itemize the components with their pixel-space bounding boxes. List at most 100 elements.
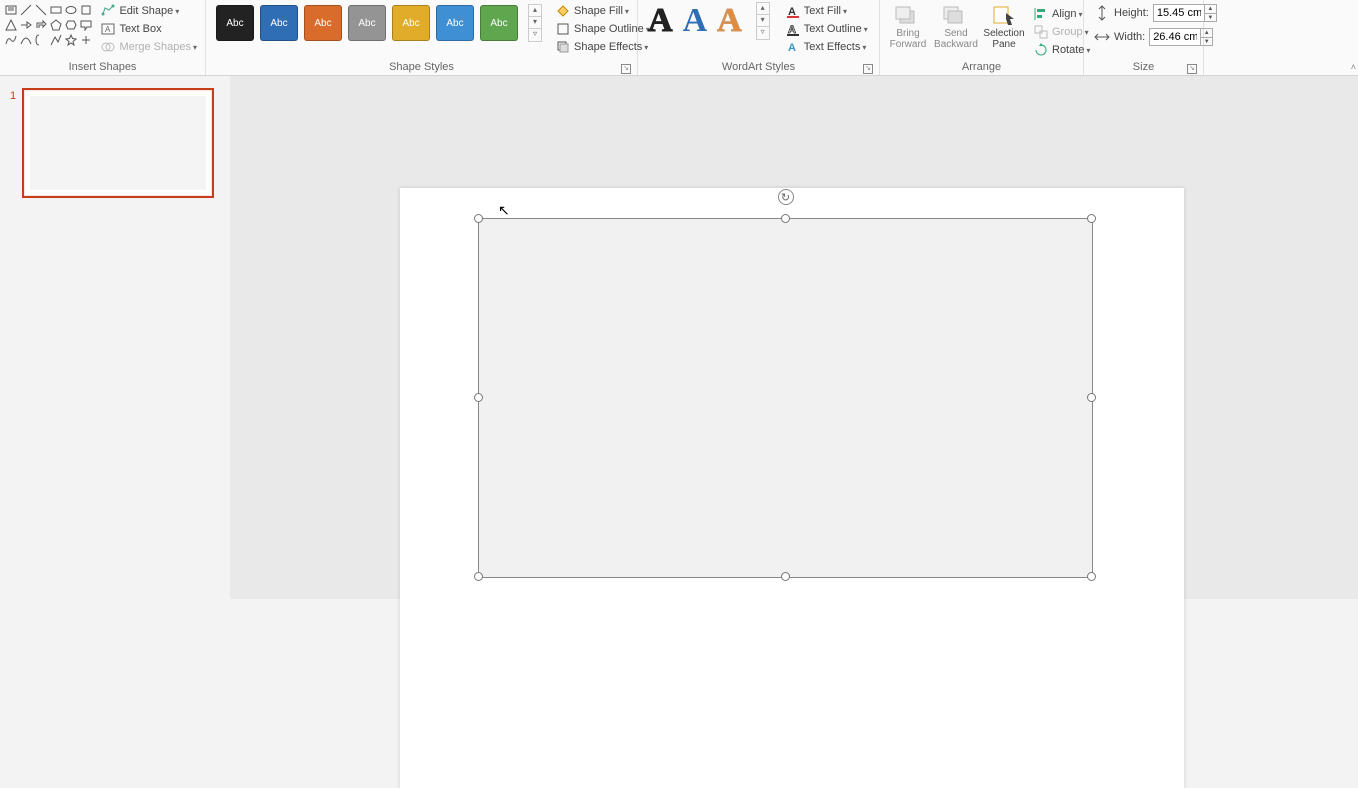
shape-outline-icon xyxy=(556,22,570,36)
shapes-gallery[interactable] xyxy=(4,0,93,46)
text-fill-icon: A xyxy=(786,4,800,18)
gallery-spinner[interactable]: ▴▾▿ xyxy=(528,4,542,42)
shape-arrow-turn-icon[interactable] xyxy=(34,18,47,31)
shape-star-icon[interactable] xyxy=(64,33,77,46)
text-effects-button[interactable]: A Text Effects▾ xyxy=(782,38,872,56)
style-swatch-4[interactable]: Abc xyxy=(348,5,386,41)
send-backward-button: Send Backward xyxy=(932,3,980,50)
resize-handle-s[interactable] xyxy=(781,572,790,581)
shape-brace-icon[interactable] xyxy=(34,33,47,46)
resize-handle-nw[interactable] xyxy=(474,214,483,223)
group-label-insert-shapes: Insert Shapes xyxy=(4,60,201,75)
selection-pane-button[interactable]: Selection Pane xyxy=(980,3,1028,50)
shape-fill-icon xyxy=(556,4,570,18)
wordart-style-2[interactable]: A xyxy=(683,2,708,40)
slide-number: 1 xyxy=(10,90,16,198)
selected-shape[interactable] xyxy=(478,218,1093,578)
shape-oval-icon[interactable] xyxy=(64,3,77,16)
thumbnail-pane[interactable]: 1 xyxy=(0,76,230,599)
shape-freeform-icon[interactable] xyxy=(49,33,62,46)
style-swatch-5[interactable]: Abc xyxy=(392,5,430,41)
text-box-icon: A xyxy=(101,22,115,36)
collapse-ribbon-icon[interactable]: ˄ xyxy=(1351,62,1356,72)
svg-text:A: A xyxy=(105,25,111,34)
wordart-gallery[interactable]: A A A ▴▾▿ xyxy=(642,0,776,42)
wordart-style-3[interactable]: A xyxy=(717,2,742,40)
rotate-label: Rotate xyxy=(1052,44,1084,56)
group-insert-shapes: Edit Shape ▾ A Text Box Merge Shapes ▾ I… xyxy=(0,0,206,75)
bring-forward-icon xyxy=(894,5,922,27)
group-wordart-styles: A A A ▴▾▿ A Text Fill▾ A Text Outline▾ A… xyxy=(638,0,880,75)
shape-line2-icon[interactable] xyxy=(34,3,47,16)
selection-pane-icon xyxy=(990,5,1018,27)
resize-handle-w[interactable] xyxy=(474,393,483,402)
width-spinner[interactable]: ▲▼ xyxy=(1201,28,1213,46)
edit-shape-button[interactable]: Edit Shape ▾ xyxy=(97,2,201,20)
slide-thumbnail-1[interactable]: 1 xyxy=(10,88,220,198)
style-swatch-7[interactable]: Abc xyxy=(480,5,518,41)
group-size: Height: ▲▼ Width: ▲▼ Size↘ xyxy=(1084,0,1204,75)
shape-more-icon[interactable] xyxy=(79,33,92,46)
text-box-label: Text Box xyxy=(119,23,161,35)
text-box-button[interactable]: A Text Box xyxy=(97,20,201,38)
slide-canvas-area[interactable]: ↖ xyxy=(230,76,1358,599)
shape-callout-icon[interactable] xyxy=(79,18,92,31)
height-spinner[interactable]: ▲▼ xyxy=(1205,4,1217,22)
text-fill-button[interactable]: A Text Fill▾ xyxy=(782,2,872,20)
mouse-cursor-icon: ↖ xyxy=(498,202,510,219)
style-swatch-1[interactable]: Abc xyxy=(216,5,254,41)
ribbon: Edit Shape ▾ A Text Box Merge Shapes ▾ I… xyxy=(0,0,1358,76)
group-label-wordart: WordArt Styles xyxy=(722,61,795,73)
wordart-gallery-spinner[interactable]: ▴▾▿ xyxy=(756,2,770,40)
shape-fill-label: Shape Fill xyxy=(574,5,623,17)
selection-pane-label: Selection Pane xyxy=(982,28,1026,50)
shape-line-icon[interactable] xyxy=(19,3,32,16)
shape-style-gallery[interactable]: Abc Abc Abc Abc Abc Abc Abc ▴▾▿ xyxy=(210,0,546,42)
resize-handle-e[interactable] xyxy=(1087,393,1096,402)
text-effects-label: Text Effects xyxy=(804,41,861,53)
width-input[interactable] xyxy=(1149,28,1201,46)
shape-effects-icon xyxy=(556,40,570,54)
shape-connector-icon[interactable] xyxy=(4,33,17,46)
group-icon xyxy=(1034,25,1048,39)
shape-pentagon-icon[interactable] xyxy=(49,18,62,31)
group-label-arrange: Arrange xyxy=(884,60,1079,75)
height-icon xyxy=(1094,5,1110,21)
shape-hex-icon[interactable] xyxy=(64,18,77,31)
resize-handle-ne[interactable] xyxy=(1087,214,1096,223)
style-swatch-3[interactable]: Abc xyxy=(304,5,342,41)
svg-text:A: A xyxy=(788,42,796,54)
text-effects-icon: A xyxy=(786,40,800,54)
shape-rect-icon[interactable] xyxy=(49,3,62,16)
height-input[interactable] xyxy=(1153,4,1205,22)
shape-triangle-icon[interactable] xyxy=(4,18,17,31)
dropdown-caret-icon: ▾ xyxy=(175,7,179,16)
group-label-shape-styles: Shape Styles xyxy=(389,61,454,73)
wordart-style-1[interactable]: A xyxy=(648,2,673,40)
width-icon xyxy=(1094,29,1110,45)
text-outline-label: Text Outline xyxy=(804,23,862,35)
group-label-size: Size xyxy=(1133,61,1154,73)
merge-shapes-button: Merge Shapes ▾ xyxy=(97,38,201,56)
style-swatch-2[interactable]: Abc xyxy=(260,5,298,41)
align-label: Align xyxy=(1052,8,1076,20)
edit-shape-icon xyxy=(101,4,115,18)
rotation-handle[interactable] xyxy=(778,189,794,205)
thumbnail-preview[interactable] xyxy=(22,88,214,198)
shape-curve-icon[interactable] xyxy=(19,33,32,46)
shape-effects-label: Shape Effects xyxy=(574,41,642,53)
resize-handle-sw[interactable] xyxy=(474,572,483,581)
text-outline-button[interactable]: A Text Outline▾ xyxy=(782,20,872,38)
shape-textbox-icon[interactable] xyxy=(4,3,17,16)
dialog-launcher-icon[interactable]: ↘ xyxy=(621,64,631,74)
resize-handle-se[interactable] xyxy=(1087,572,1096,581)
text-fill-label: Text Fill xyxy=(804,5,841,17)
dialog-launcher-icon[interactable]: ↘ xyxy=(863,64,873,74)
group-shape-styles: Abc Abc Abc Abc Abc Abc Abc ▴▾▿ Shape Fi… xyxy=(206,0,638,75)
resize-handle-n[interactable] xyxy=(781,214,790,223)
shape-arrow-r-icon[interactable] xyxy=(19,18,32,31)
group-btn-label: Group xyxy=(1052,26,1083,38)
dialog-launcher-icon[interactable]: ↘ xyxy=(1187,64,1197,74)
style-swatch-6[interactable]: Abc xyxy=(436,5,474,41)
shape-square-icon[interactable] xyxy=(79,3,92,16)
